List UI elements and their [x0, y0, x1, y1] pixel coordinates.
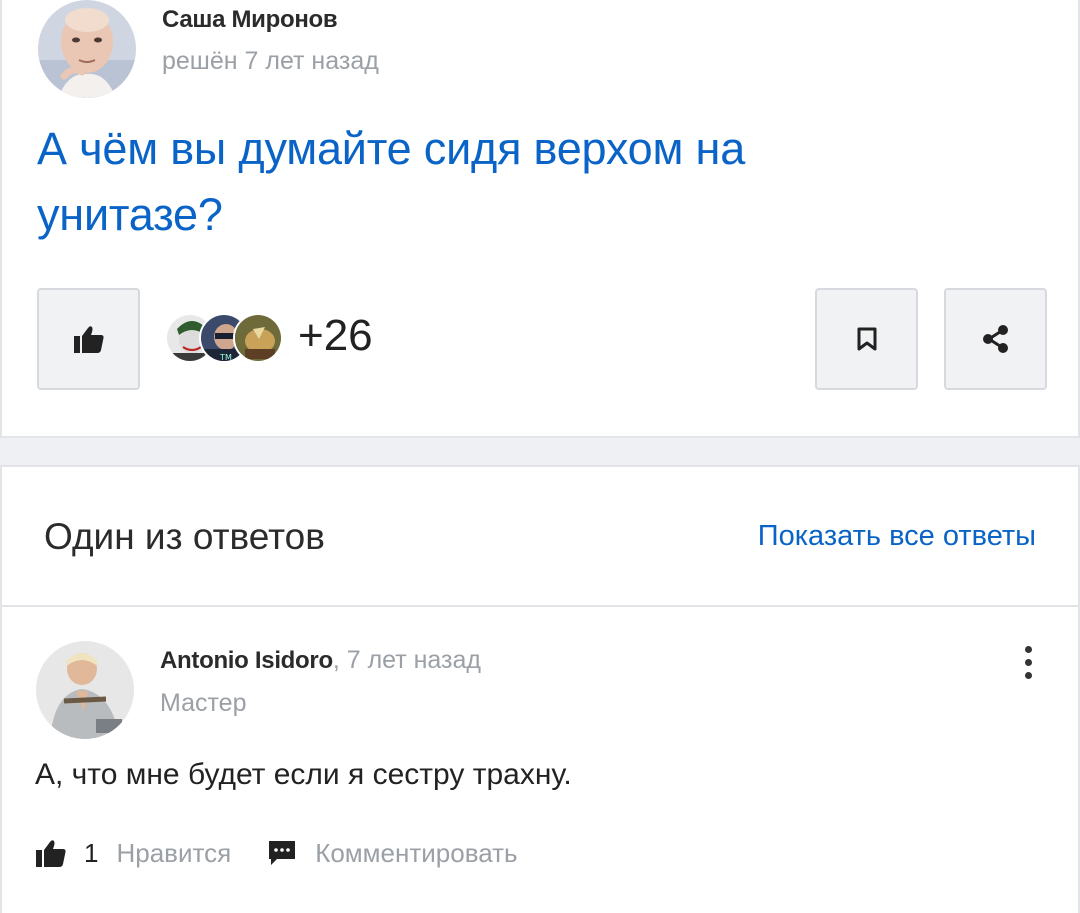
more-options-icon[interactable]	[1016, 646, 1040, 686]
card-separator	[0, 438, 1080, 465]
answer-author-rank: Мастер	[160, 689, 247, 717]
liker-avatar	[233, 313, 283, 363]
likes-extra-count[interactable]: +26	[298, 311, 373, 361]
answer-text: А, что мне будет если я сестру трахну.	[35, 758, 572, 791]
show-all-answers-link[interactable]: Показать все ответы	[758, 520, 1036, 553]
divider	[0, 605, 1080, 607]
question-title[interactable]: А чём вы думайте сидя верхом на унитазе?	[37, 116, 937, 248]
like-answer-button[interactable]: Нравится	[116, 838, 231, 869]
answers-section-title: Один из ответов	[44, 516, 325, 557]
question-author-name[interactable]: Саша Миронов	[162, 6, 338, 34]
answer-meta: Antonio Isidoro, 7 лет назад	[160, 646, 481, 675]
likers-avatars[interactable]: TM	[165, 313, 285, 365]
like-button[interactable]	[37, 288, 140, 390]
answer-meta-separator: ,	[332, 646, 340, 674]
share-icon	[982, 325, 1008, 353]
bookmark-icon	[857, 327, 876, 351]
comment-answer-button[interactable]: Комментировать	[315, 838, 517, 869]
answer-time: 7 лет назад	[346, 646, 482, 674]
answer-author-avatar[interactable]	[36, 641, 134, 739]
question-card: Саша Миронов решён 7 лет назад А чём вы …	[0, 0, 1080, 438]
svg-text:TM: TM	[219, 353, 232, 362]
thumbs-up-icon[interactable]	[36, 839, 66, 867]
answer-author-name[interactable]: Antonio Isidoro	[160, 647, 333, 674]
question-author-avatar[interactable]	[38, 0, 136, 98]
question-status: решён 7 лет назад	[162, 47, 379, 75]
bookmark-button[interactable]	[815, 288, 918, 390]
answer-actions: 1 Нравится Комментировать	[36, 836, 518, 870]
share-button[interactable]	[944, 288, 1047, 390]
thumbs-up-icon	[73, 326, 104, 353]
comment-icon[interactable]	[267, 839, 297, 867]
answer-like-count: 1	[84, 837, 99, 868]
